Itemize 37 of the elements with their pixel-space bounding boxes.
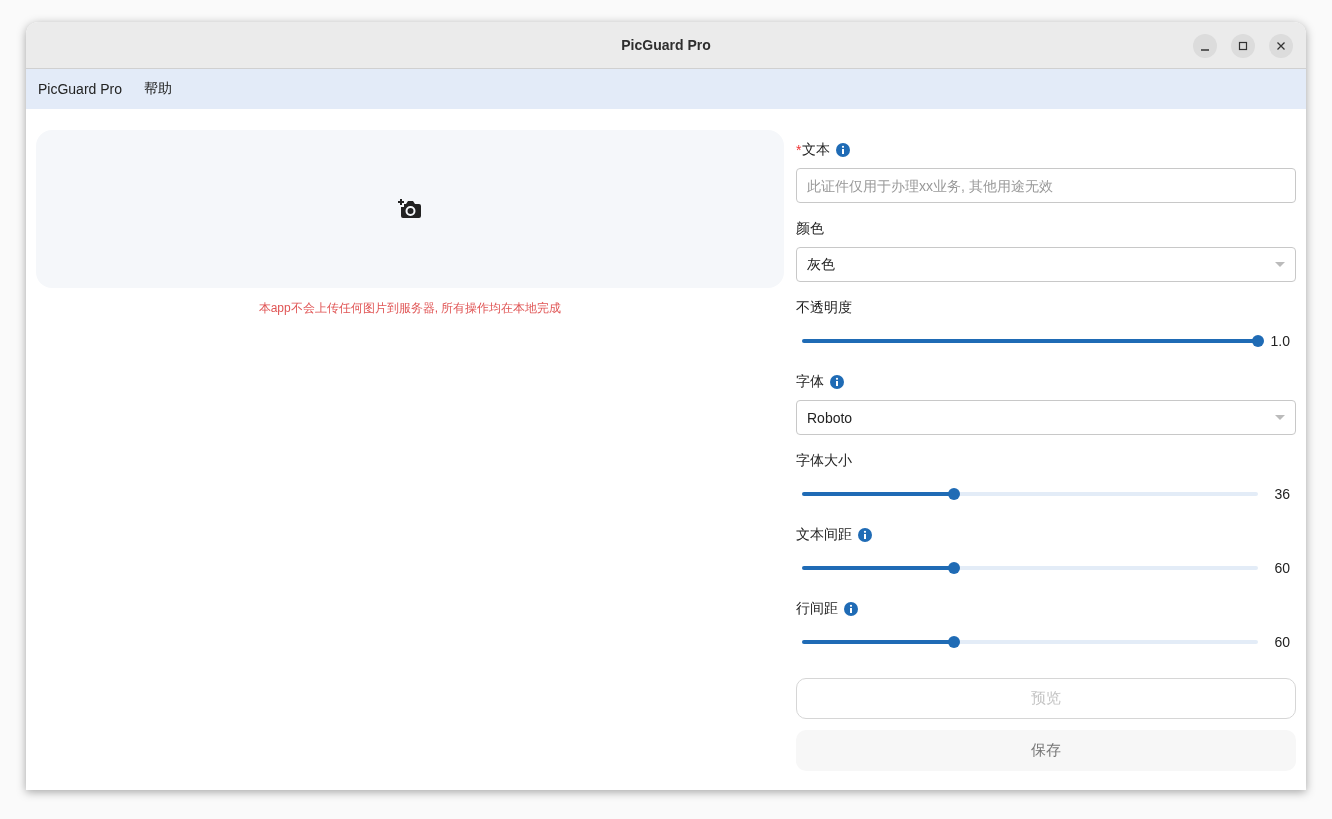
field-label: 行间距 xyxy=(796,600,838,618)
maximize-button[interactable] xyxy=(1231,34,1255,58)
privacy-notice: 本app不会上传任何图片到服务器, 所有操作均在本地完成 xyxy=(258,300,562,317)
info-icon[interactable] xyxy=(858,528,872,542)
field-label: 不透明度 xyxy=(796,299,852,317)
caret-icon xyxy=(1275,414,1285,421)
field-label: 文本 xyxy=(802,141,831,159)
text-input-field[interactable]: 此证件仅用于办理xx业务, 其他用途无效 xyxy=(796,168,1296,203)
menu-item[interactable]: 帮助 xyxy=(144,80,173,98)
close-icon xyxy=(1276,41,1286,51)
field-label: 颜色 xyxy=(796,220,824,238)
slider-thumb[interactable] xyxy=(947,636,960,648)
field-label: 字体大小 xyxy=(796,452,852,470)
slider-value: 36 xyxy=(1273,486,1291,502)
info-icon[interactable] xyxy=(844,602,858,616)
dropdown-field[interactable]: Roboto xyxy=(796,400,1296,435)
info-icon[interactable] xyxy=(836,143,851,157)
required-mark: * xyxy=(796,142,802,158)
field-label: 字体 xyxy=(796,373,824,391)
minimize-icon xyxy=(1201,48,1209,51)
slider-thumb[interactable] xyxy=(1252,335,1264,347)
add-photo-icon xyxy=(398,198,422,220)
info-icon[interactable] xyxy=(830,375,844,389)
slider-value: 60 xyxy=(1273,560,1291,576)
caret-icon xyxy=(1275,261,1285,268)
field-label: 文本间距 xyxy=(796,526,852,544)
menu-item[interactable]: PicGuard Pro xyxy=(38,81,123,97)
dropdown-field[interactable]: 灰色 xyxy=(796,247,1296,282)
maximize-icon xyxy=(1238,41,1248,51)
window-title: PicGuard Pro xyxy=(621,37,711,53)
slider-value: 60 xyxy=(1273,634,1291,650)
slider-thumb[interactable] xyxy=(947,562,960,574)
minimize-button[interactable] xyxy=(1193,34,1217,58)
slider-value: 1.0 xyxy=(1269,333,1291,349)
save-button[interactable]: 保存 xyxy=(796,730,1296,771)
slider-thumb[interactable] xyxy=(947,488,960,500)
close-button[interactable] xyxy=(1269,34,1293,58)
